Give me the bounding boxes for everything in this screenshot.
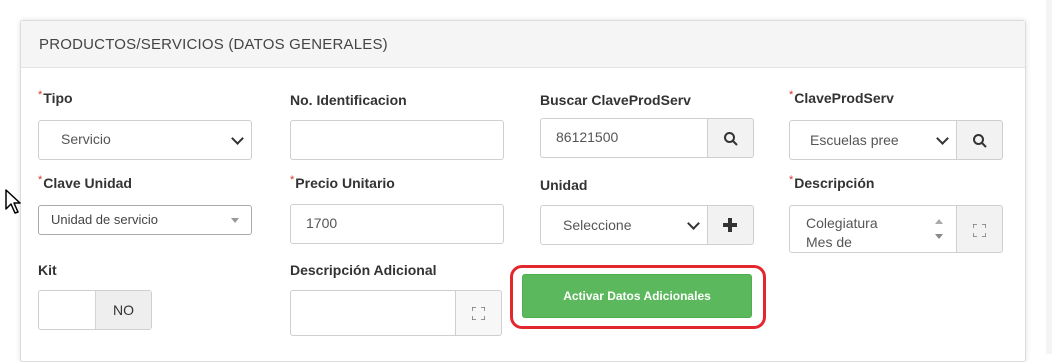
required-marker: * bbox=[38, 174, 43, 186]
descripcion-adicional-label: Descripción Adicional bbox=[290, 262, 437, 278]
search-icon bbox=[973, 134, 987, 148]
tipo-label: *Tipo bbox=[38, 89, 73, 106]
tipo-label-text: Tipo bbox=[43, 90, 73, 106]
buscar-clave-search-button[interactable] bbox=[708, 118, 754, 158]
spinner-arrows-icon[interactable] bbox=[934, 216, 944, 242]
required-marker: * bbox=[38, 89, 43, 101]
clave-unidad-select[interactable]: Unidad de servicio bbox=[38, 205, 252, 235]
chevron-down-icon bbox=[687, 217, 700, 230]
descripcion-expand-button[interactable] bbox=[957, 205, 1003, 253]
clave-prod-serv-label-text: ClaveProdServ bbox=[794, 90, 894, 106]
descripcion-line-1: Colegiatura bbox=[806, 215, 878, 231]
chevron-down-icon bbox=[231, 132, 244, 145]
descripcion-adicional-input[interactable] bbox=[290, 290, 456, 336]
buscar-clave-value: 86121500 bbox=[556, 129, 619, 145]
required-marker: * bbox=[789, 174, 794, 186]
caret-down-icon bbox=[231, 218, 239, 223]
panel-title: PRODUCTOS/SERVICIOS (DATOS GENERALES) bbox=[39, 36, 388, 53]
activar-datos-adicionales-button[interactable]: Activar Datos Adicionales bbox=[522, 274, 752, 318]
clave-unidad-value: Unidad de servicio bbox=[51, 212, 158, 227]
panel-header: PRODUCTOS/SERVICIOS (DATOS GENERALES) bbox=[21, 21, 1025, 68]
buscar-clave-input[interactable]: 86121500 bbox=[540, 118, 708, 158]
precio-unitario-value: 1700 bbox=[306, 215, 338, 231]
precio-unitario-input[interactable]: 1700 bbox=[290, 204, 504, 244]
unidad-select-value: Seleccione bbox=[563, 217, 632, 233]
no-identificacion-label: No. Identificacion bbox=[290, 92, 407, 108]
descripcion-label: *Descripción bbox=[789, 174, 875, 191]
unidad-select[interactable]: Seleccione bbox=[540, 205, 708, 245]
unidad-label: Unidad bbox=[540, 177, 588, 193]
precio-unitario-label: *Precio Unitario bbox=[290, 174, 395, 191]
descripcion-textarea[interactable]: Colegiatura Mes de bbox=[789, 205, 957, 253]
clave-prod-serv-select[interactable]: Escuelas pree bbox=[789, 120, 957, 160]
kit-label: Kit bbox=[38, 262, 57, 278]
tipo-select[interactable]: Servicio bbox=[38, 120, 252, 160]
expand-icon bbox=[973, 224, 986, 237]
precio-unitario-label-text: Precio Unitario bbox=[295, 175, 395, 191]
clave-prod-serv-label: *ClaveProdServ bbox=[789, 89, 894, 106]
expand-icon bbox=[472, 307, 485, 320]
clave-prod-serv-value: Escuelas pree bbox=[810, 132, 899, 148]
kit-toggle[interactable]: NO bbox=[38, 290, 152, 330]
clave-unidad-label: *Clave Unidad bbox=[38, 174, 132, 191]
clave-prod-serv-search-button[interactable] bbox=[957, 120, 1003, 160]
cursor-pointer-icon bbox=[5, 189, 21, 214]
descripcion-label-text: Descripción bbox=[794, 175, 875, 191]
chevron-down-icon bbox=[936, 132, 949, 145]
tipo-select-value: Servicio bbox=[61, 131, 111, 147]
descripcion-adicional-expand-button[interactable] bbox=[456, 290, 502, 336]
required-marker: * bbox=[290, 174, 295, 186]
page-scrollbar-track bbox=[1046, 0, 1052, 354]
unidad-add-button[interactable] bbox=[708, 205, 754, 245]
clave-unidad-label-text: Clave Unidad bbox=[43, 175, 132, 191]
plus-icon bbox=[723, 218, 737, 232]
buscar-clave-label: Buscar ClaveProdServ bbox=[540, 92, 691, 108]
kit-toggle-off-label: NO bbox=[95, 291, 151, 329]
no-identificacion-input[interactable] bbox=[290, 120, 504, 160]
search-icon bbox=[724, 132, 738, 146]
descripcion-line-2: Mes de bbox=[806, 234, 852, 250]
required-marker: * bbox=[789, 89, 794, 101]
